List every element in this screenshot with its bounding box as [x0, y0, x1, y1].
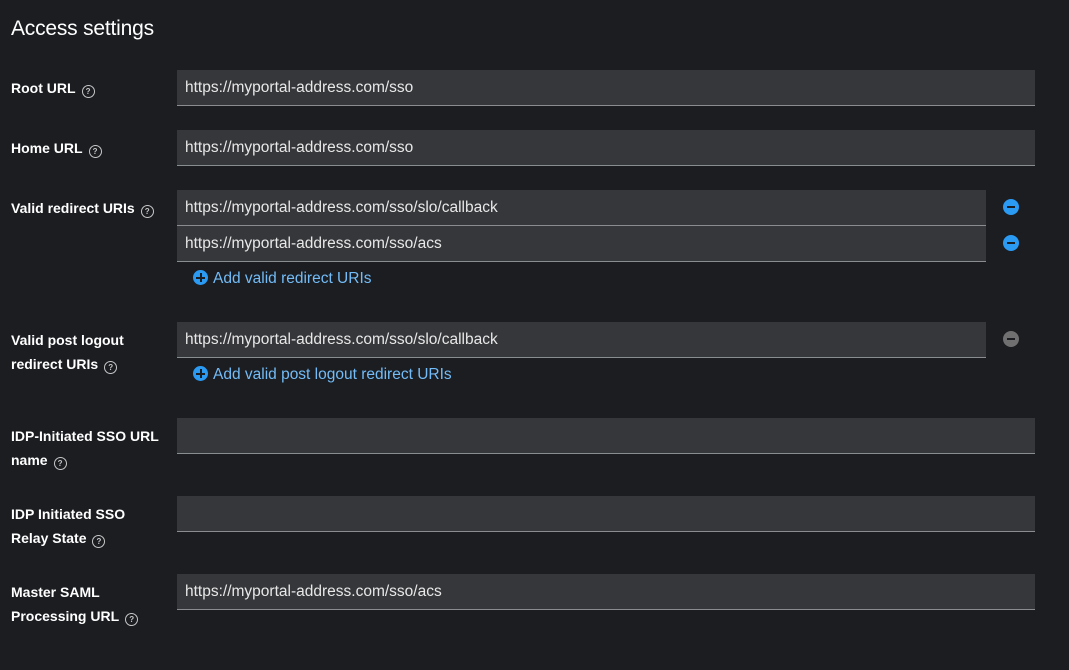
idp-sso-url-name-input[interactable] — [177, 418, 1035, 454]
access-settings-panel: Access settings Root URL? Home URL? Vali… — [0, 0, 1069, 670]
home-url-input[interactable] — [177, 130, 1035, 166]
add-post-logout-uri-button[interactable]: Add valid post logout redirect URIs — [193, 365, 452, 385]
add-redirect-uri-button[interactable]: Add valid redirect URIs — [193, 269, 372, 289]
valid-post-logout-label: Valid post logout redirect URIs? — [11, 332, 124, 374]
idp-relay-state-input[interactable] — [177, 496, 1035, 532]
redirect-uri-input-1[interactable] — [177, 190, 986, 226]
section-title: Access settings — [11, 17, 154, 40]
help-icon[interactable]: ? — [88, 145, 102, 158]
help-icon[interactable]: ? — [125, 613, 139, 626]
plus-circle-icon — [193, 270, 208, 285]
minus-icon — [1007, 206, 1015, 208]
home-url-label: Home URL? — [11, 136, 171, 160]
help-icon[interactable]: ? — [53, 457, 67, 470]
plus-circle-icon — [193, 366, 208, 381]
valid-redirect-uris-label: Valid redirect URIs? — [11, 196, 171, 220]
minus-icon — [1007, 338, 1015, 340]
help-icon[interactable]: ? — [104, 361, 118, 374]
minus-icon — [1007, 242, 1015, 244]
root-url-input[interactable] — [177, 70, 1035, 106]
idp-relay-state-label: IDP Initiated SSO Relay State? — [11, 506, 126, 548]
master-saml-label: Master SAML Processing URL? — [11, 580, 171, 628]
redirect-uri-input-2[interactable] — [177, 226, 986, 262]
remove-redirect-uri-2-button[interactable] — [1003, 235, 1019, 251]
help-icon[interactable]: ? — [81, 85, 95, 98]
root-url-label: Root URL? — [11, 76, 171, 100]
help-icon[interactable]: ? — [92, 535, 106, 548]
master-saml-input[interactable] — [177, 574, 1035, 610]
idp-sso-url-name-label: IDP-Initiated SSO URL name? — [11, 428, 159, 470]
remove-redirect-uri-1-button[interactable] — [1003, 199, 1019, 215]
help-icon[interactable]: ? — [140, 205, 154, 218]
remove-post-logout-uri-button[interactable] — [1003, 331, 1019, 347]
post-logout-uri-input-1[interactable] — [177, 322, 986, 358]
